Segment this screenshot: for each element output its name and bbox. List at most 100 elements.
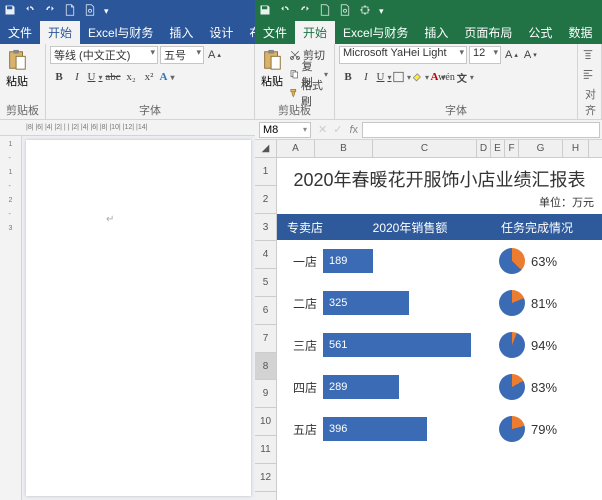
col-header-D[interactable]: D xyxy=(477,140,491,157)
font-family-select[interactable]: Microsoft YaHei Light xyxy=(339,46,467,64)
word-page[interactable]: ↵ xyxy=(26,140,251,496)
subscript-button[interactable]: x₂ xyxy=(122,68,140,86)
superscript-button[interactable]: x² xyxy=(140,68,158,86)
word-titlebar: ▾ xyxy=(0,0,255,22)
row-header-1[interactable]: 1 xyxy=(255,158,276,186)
task-cell: 81% xyxy=(483,290,581,316)
new-doc-icon[interactable] xyxy=(319,4,331,19)
word-h-ruler[interactable]: |8| |6| |4| |2| | | |2| |4| |6| |8| |10|… xyxy=(0,120,255,136)
enter-icon[interactable]: ✓ xyxy=(330,123,345,136)
tab-公式[interactable]: 公式 xyxy=(520,21,560,44)
col-header-A[interactable]: A xyxy=(277,140,315,157)
align-top-button[interactable] xyxy=(580,46,601,64)
col-header-F[interactable]: F xyxy=(505,140,519,157)
bar-cell: 561 xyxy=(323,331,483,359)
redo-icon[interactable] xyxy=(44,4,56,19)
border-button[interactable] xyxy=(393,68,411,86)
fill-color-button[interactable] xyxy=(411,68,429,86)
bar-cell: 396 xyxy=(323,415,483,443)
row-header-4[interactable]: 4 xyxy=(255,241,276,269)
tab-数据[interactable]: 数据 xyxy=(560,21,600,44)
row-header-3[interactable]: 3 xyxy=(255,214,276,242)
excel-titlebar: ▾ xyxy=(255,0,602,22)
column-headers: ◢ ABCDEFGH xyxy=(255,140,602,158)
fx-icon[interactable]: fx xyxy=(345,124,362,136)
qat-more-icon[interactable]: ▾ xyxy=(379,6,384,17)
italic-button[interactable]: I xyxy=(357,68,375,86)
text-effects-button[interactable]: A xyxy=(158,68,176,86)
save-icon[interactable] xyxy=(4,4,16,19)
row-header-10[interactable]: 10 xyxy=(255,408,276,436)
paste-button[interactable]: 粘贴 xyxy=(259,46,285,89)
row-header-2[interactable]: 2 xyxy=(255,186,276,214)
word-clipboard-group: 粘贴 剪贴板 xyxy=(0,44,46,119)
font-size-select[interactable]: 五号 xyxy=(160,46,204,64)
row-header-7[interactable]: 7 xyxy=(255,325,276,353)
pie-icon xyxy=(499,332,525,358)
save-icon[interactable] xyxy=(259,4,271,19)
tab-页面布局[interactable]: 页面布局 xyxy=(456,21,520,44)
align-left-button[interactable] xyxy=(580,65,601,83)
row-header-8[interactable]: 8 xyxy=(255,353,276,381)
report-object[interactable]: 2020年春暖花开服饰小店业绩汇报表 单位：万元 专卖店 2020年销售额 任务… xyxy=(277,160,602,450)
task-cell: 94% xyxy=(483,332,581,358)
bar-cell: 189 xyxy=(323,247,483,275)
tab-Excel与财务[interactable]: Excel与财务 xyxy=(80,21,161,44)
tab-设计[interactable]: 设计 xyxy=(201,21,241,44)
row-header-13[interactable]: 13 xyxy=(255,492,276,500)
tab-文件[interactable]: 文件 xyxy=(0,21,40,44)
pie-icon xyxy=(499,416,525,442)
preview-icon[interactable] xyxy=(84,4,96,19)
select-all-corner[interactable]: ◢ xyxy=(255,140,277,157)
format-painter-button[interactable]: 格式刷 xyxy=(287,84,330,102)
word-v-ruler[interactable]: 1-1-2-3 xyxy=(0,136,22,500)
row-header-5[interactable]: 5 xyxy=(255,269,276,297)
tab-文件[interactable]: 文件 xyxy=(255,21,295,44)
col-header-G[interactable]: G xyxy=(519,140,563,157)
redo-icon[interactable] xyxy=(299,4,311,19)
pie-icon xyxy=(499,248,525,274)
bold-button[interactable]: B xyxy=(339,68,357,86)
row-header-11[interactable]: 11 xyxy=(255,436,276,464)
addins-icon[interactable] xyxy=(359,4,371,19)
tab-插入[interactable]: 插入 xyxy=(161,21,201,44)
phonetic-button[interactable]: wén文 xyxy=(447,68,465,86)
tab-Excel与财务[interactable]: Excel与财务 xyxy=(335,21,416,44)
underline-button[interactable]: U xyxy=(86,68,104,86)
paste-button[interactable]: 粘贴 xyxy=(4,46,30,89)
grow-font-button[interactable]: A▴ xyxy=(503,46,520,64)
excel-align-group-partial: 对齐 xyxy=(578,44,602,119)
undo-icon[interactable] xyxy=(24,4,36,19)
bold-button[interactable]: B xyxy=(50,68,68,86)
new-doc-icon[interactable] xyxy=(64,4,76,19)
report-header-row: 专卖店 2020年销售额 任务完成情况 xyxy=(277,214,602,240)
italic-button[interactable]: I xyxy=(68,68,86,86)
sales-bar: 396 xyxy=(323,417,427,441)
strike-button[interactable]: abc xyxy=(104,68,122,86)
font-size-select[interactable]: 12 xyxy=(469,46,501,64)
store-name: 二店 xyxy=(277,295,323,312)
row-header-6[interactable]: 6 xyxy=(255,297,276,325)
underline-button[interactable]: U xyxy=(375,68,393,86)
row-header-12[interactable]: 12 xyxy=(255,464,276,492)
data-row-一店: 一店18963% xyxy=(277,240,602,282)
name-box[interactable]: M8 xyxy=(259,122,311,138)
formula-bar[interactable] xyxy=(362,122,600,138)
cancel-icon[interactable]: ✕ xyxy=(315,123,330,136)
preview-icon[interactable] xyxy=(339,4,351,19)
sheet-body: 12345678910111213 2020年春暖花开服饰小店业绩汇报表 单位：… xyxy=(255,158,602,500)
col-header-B[interactable]: B xyxy=(315,140,373,157)
col-header-C[interactable]: C xyxy=(373,140,477,157)
qat-more-icon[interactable]: ▾ xyxy=(104,6,109,17)
tab-插入[interactable]: 插入 xyxy=(416,21,456,44)
col-header-E[interactable]: E xyxy=(491,140,505,157)
row-header-9[interactable]: 9 xyxy=(255,380,276,408)
grow-font-button[interactable]: A▴ xyxy=(206,46,223,64)
font-family-select[interactable]: 等线 (中文正文) xyxy=(50,46,158,64)
word-ribbon: 粘贴 剪贴板 等线 (中文正文) 五号 A▴ B I U abc x₂ x² xyxy=(0,44,255,120)
tab-开始[interactable]: 开始 xyxy=(295,21,335,44)
col-header-H[interactable]: H xyxy=(563,140,589,157)
undo-icon[interactable] xyxy=(279,4,291,19)
shrink-font-button[interactable]: A▾ xyxy=(522,46,539,64)
tab-开始[interactable]: 开始 xyxy=(40,21,80,44)
